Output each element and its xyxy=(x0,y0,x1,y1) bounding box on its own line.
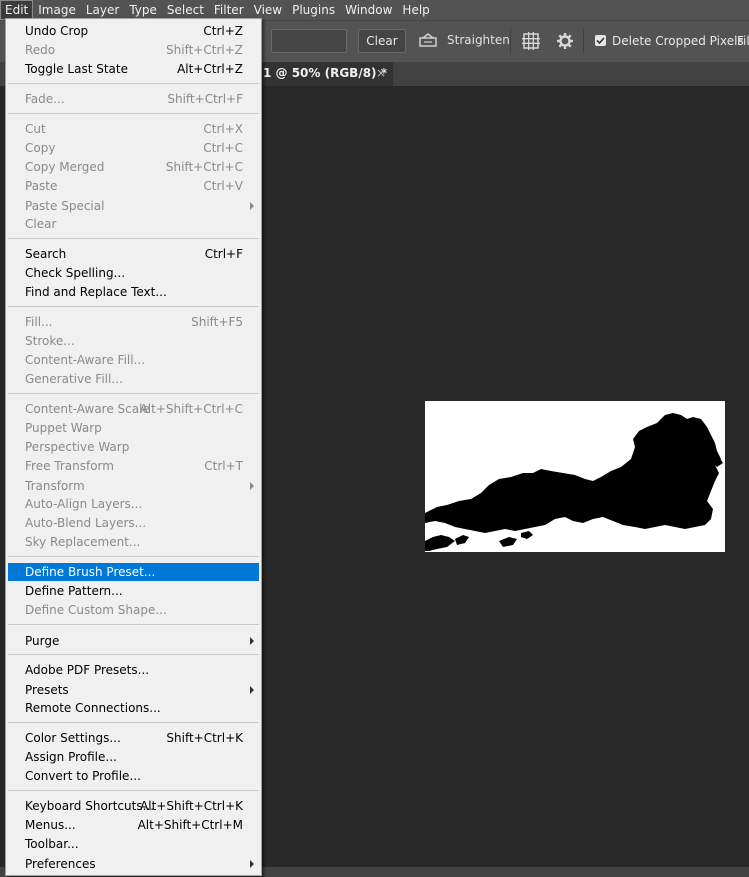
menu-item-copy-merged: Copy Merged Shift+Ctrl+C xyxy=(25,160,243,174)
menu-type[interactable]: Type xyxy=(124,0,162,20)
submenu-arrow-icon xyxy=(250,637,254,645)
menu-separator xyxy=(8,722,259,723)
delete-cropped-checkbox[interactable] xyxy=(595,35,606,46)
menu-item-redo: Redo Shift+Ctrl+Z xyxy=(25,43,243,57)
menu-layer[interactable]: Layer xyxy=(81,0,124,20)
menu-item-free-transform: Free Transform Ctrl+T xyxy=(25,459,243,473)
grid-overlay-icon[interactable] xyxy=(522,32,540,50)
menu-item-auto-blend-layers: Auto-Blend Layers... xyxy=(25,516,147,530)
menu-select[interactable]: Select xyxy=(162,0,209,20)
menu-item-generative-fill: Generative Fill... xyxy=(25,372,123,386)
menu-item-fill: Fill... Shift+F5 xyxy=(25,315,243,329)
menu-item-clear: Clear xyxy=(25,217,57,231)
menu-item-define-brush-preset[interactable]: Define Brush Preset... xyxy=(8,563,259,581)
menu-item-stroke: Stroke... xyxy=(25,334,75,348)
submenu-arrow-icon xyxy=(250,686,254,694)
ratio-input[interactable] xyxy=(271,29,347,53)
menu-item-perspective-warp: Perspective Warp xyxy=(25,440,130,454)
menu-item-content-aware-scale: Content-Aware Scale Alt+Shift+Ctrl+C xyxy=(25,402,243,416)
menu-separator xyxy=(8,556,259,557)
menu-separator xyxy=(8,306,259,307)
menu-item-convert-to-profile[interactable]: Convert to Profile... xyxy=(8,767,259,785)
menu-item-define-custom-shape: Define Custom Shape... xyxy=(25,603,167,617)
menu-separator xyxy=(8,83,259,84)
menu-item-remote-connections[interactable]: Remote Connections... xyxy=(8,699,259,717)
menu-item-menus[interactable]: Menus... Alt+Shift+Ctrl+M xyxy=(8,816,259,834)
menu-item-copy: Copy Ctrl+C xyxy=(25,141,243,155)
silhouette-image xyxy=(425,413,723,551)
menu-item-define-pattern[interactable]: Define Pattern... xyxy=(8,582,259,600)
menu-item-assign-profile[interactable]: Assign Profile... xyxy=(8,748,259,766)
close-icon[interactable]: × xyxy=(376,66,386,80)
submenu-arrow-icon xyxy=(250,482,254,490)
submenu-arrow-icon xyxy=(250,860,254,868)
menu-item-color-settings[interactable]: Color Settings... Shift+Ctrl+K xyxy=(8,729,259,747)
menu-edit[interactable]: Edit xyxy=(0,0,34,20)
menu-item-undo-crop[interactable]: Undo Crop Ctrl+Z xyxy=(8,22,259,40)
menu-item-toolbar[interactable]: Toolbar... xyxy=(8,835,259,853)
menu-item-cut: Cut Ctrl+X xyxy=(25,122,243,136)
menu-help[interactable]: Help xyxy=(397,0,434,20)
gear-icon[interactable] xyxy=(556,32,574,50)
menu-separator xyxy=(8,113,259,114)
menu-item-preferences[interactable]: Preferences xyxy=(8,855,259,873)
divider xyxy=(583,29,584,53)
menu-item-find-replace-text[interactable]: Find and Replace Text... xyxy=(8,283,259,301)
checkmark-icon xyxy=(596,37,605,45)
menu-separator xyxy=(8,790,259,791)
menu-item-paste-special: Paste Special xyxy=(8,197,259,215)
menu-item-fade: Fade... Shift+Ctrl+F xyxy=(25,92,243,106)
menu-item-presets[interactable]: Presets xyxy=(8,681,259,699)
menu-item-sky-replacement: Sky Replacement... xyxy=(25,535,141,549)
menu-window[interactable]: Window xyxy=(340,0,397,20)
menu-separator xyxy=(8,654,259,655)
menu-item-check-spelling[interactable]: Check Spelling... xyxy=(8,264,259,282)
fill-label[interactable]: Fil xyxy=(737,34,749,48)
document-image[interactable] xyxy=(425,401,725,552)
menu-item-adobe-pdf-presets[interactable]: Adobe PDF Presets... xyxy=(8,661,259,679)
menu-item-transform: Transform xyxy=(8,477,259,495)
menu-separator xyxy=(8,624,259,625)
menu-item-toggle-last-state[interactable]: Toggle Last State Alt+Ctrl+Z xyxy=(8,60,259,78)
menu-separator xyxy=(8,393,259,394)
straighten-label[interactable]: Straighten xyxy=(447,33,510,47)
edit-menu-dropdown: Undo Crop Ctrl+Z Redo Shift+Ctrl+Z Toggle … xyxy=(5,18,262,876)
menu-separator xyxy=(8,238,259,239)
menu-item-search[interactable]: Search Ctrl+F xyxy=(8,245,259,263)
delete-cropped-label[interactable]: Delete Cropped Pixels xyxy=(612,34,744,48)
menu-image[interactable]: Image xyxy=(33,0,81,20)
menu-bar: Edit Image Layer Type Select Filter View… xyxy=(0,0,749,20)
straighten-icon[interactable] xyxy=(419,33,437,47)
menu-item-paste: Paste Ctrl+V xyxy=(25,179,243,193)
divider xyxy=(510,29,511,53)
menu-filter[interactable]: Filter xyxy=(209,0,249,20)
document-tab[interactable]: 1 @ 50% (RGB/8) * × xyxy=(250,62,393,86)
menu-item-puppet-warp: Puppet Warp xyxy=(25,421,102,435)
menu-item-purge[interactable]: Purge xyxy=(8,632,259,650)
submenu-arrow-icon xyxy=(250,202,254,210)
menu-plugins[interactable]: Plugins xyxy=(287,0,340,20)
clear-button[interactable]: Clear xyxy=(358,29,406,53)
menu-item-keyboard-shortcuts[interactable]: Keyboard Shortcuts... Alt+Shift+Ctrl+K xyxy=(8,797,259,815)
menu-item-content-aware-fill: Content-Aware Fill... xyxy=(25,353,146,367)
document-tab-title: 1 @ 50% (RGB/8) * xyxy=(263,66,387,80)
menu-view[interactable]: View xyxy=(249,0,287,20)
menu-item-auto-align-layers: Auto-Align Layers... xyxy=(25,497,143,511)
